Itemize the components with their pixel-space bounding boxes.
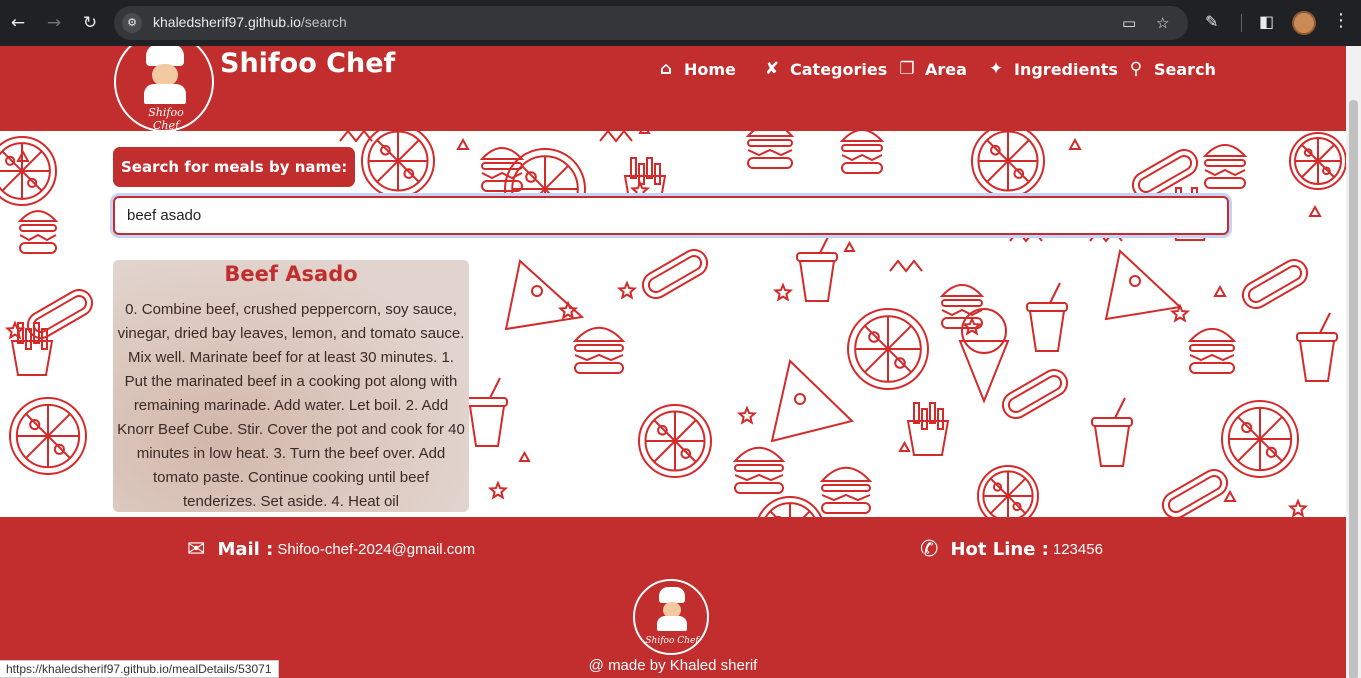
logo-text: Shifoo Chef (148, 106, 184, 132)
drumstick-icon: ✦ (988, 59, 1004, 79)
nav-search[interactable]: ⚲ Search (1127, 59, 1216, 79)
site-navbar: Shifoo Chef Shifoo Chef ⌂ Home ✘ Categor… (0, 46, 1346, 132)
chef-face-icon (152, 64, 178, 86)
reload-icon[interactable]: ↻ (78, 11, 102, 35)
bookmark-star-icon[interactable]: ☆ (1156, 14, 1169, 32)
chef-body-icon (657, 616, 687, 631)
chef-hat-icon (659, 587, 685, 603)
chef-hat-icon (146, 46, 184, 66)
page-scrollbar[interactable] (1346, 46, 1361, 678)
nav-home-label: Home (684, 59, 736, 79)
back-arrow-icon[interactable]: ← (6, 11, 30, 35)
nav-ingredients[interactable]: ✦ Ingredients (987, 59, 1118, 79)
extensions-icon[interactable]: ✎ (1205, 12, 1218, 31)
scrollbar-thumb[interactable] (1349, 100, 1358, 678)
home-icon: ⌂ (659, 59, 673, 79)
footer-logo: Shifoo Chef (633, 579, 709, 655)
envelope-icon: ✉ (187, 537, 206, 562)
search-input[interactable] (113, 196, 1229, 235)
site-logo[interactable]: Shifoo Chef (114, 46, 214, 132)
utensils-icon: ✘ (764, 59, 780, 79)
contact-hotline: ✆ Hot Line : 123456 (920, 537, 1103, 562)
meal-card[interactable]: Beef Asado 0. Combine beef, crushed pepp… (113, 260, 469, 512)
nav-categories-label: Categories (790, 59, 888, 79)
forward-arrow-icon[interactable]: → (42, 11, 66, 35)
map-icon: ❐ (899, 59, 915, 79)
mail-value: Shifoo-chef-2024@gmail.com (277, 541, 476, 558)
toolbar-divider (1241, 14, 1242, 32)
side-panel-icon[interactable]: ◧ (1259, 12, 1274, 31)
url-host: khaledsherif97.github.io (153, 14, 301, 30)
hotline-label: Hot Line : (950, 539, 1049, 560)
browser-toolbar: ← → ↻ ⚙ khaledsherif97.github.io/search … (0, 0, 1361, 46)
browser-menu-icon[interactable]: ⋮ (1332, 10, 1350, 31)
chef-body-icon (144, 84, 186, 104)
meal-description: 0. Combine beef, crushed peppercorn, soy… (117, 301, 465, 510)
hotline-value: 123456 (1052, 541, 1103, 558)
address-bar[interactable]: ⚙ khaledsherif97.github.io/search ▭ ☆ (114, 6, 1188, 40)
nav-area-label: Area (925, 59, 967, 79)
address-bar-url[interactable]: khaledsherif97.github.io/search (153, 14, 347, 30)
footer-logo-text: Shifoo Chef (645, 636, 699, 646)
search-section: Search for meals by name: Beef Asado 0. … (0, 131, 1346, 517)
search-label: Search for meals by name: (113, 147, 356, 187)
url-path: /search (300, 14, 347, 30)
phone-icon: ✆ (920, 537, 939, 562)
nav-search-label: Search (1154, 59, 1216, 79)
mail-label: Mail : (217, 539, 274, 560)
link-status-bar: https://khaledsherif97.github.io/mealDet… (0, 660, 279, 678)
meal-title: Beef Asado (224, 262, 358, 286)
search-icon: ⚲ (1129, 59, 1143, 79)
brand-name[interactable]: Shifoo Chef (220, 48, 395, 79)
page-content: Shifoo Chef Shifoo Chef ⌂ Home ✘ Categor… (0, 46, 1346, 678)
nav-categories[interactable]: ✘ Categories (763, 59, 887, 79)
nav-ingredients-label: Ingredients (1014, 59, 1118, 79)
site-footer: ✉ Mail : Shifoo-chef-2024@gmail.com ✆ Ho… (0, 517, 1346, 678)
contact-mail: ✉ Mail : Shifoo-chef-2024@gmail.com (187, 537, 475, 562)
nav-area[interactable]: ❐ Area (898, 59, 967, 79)
nav-home[interactable]: ⌂ Home (657, 59, 736, 79)
install-app-icon[interactable]: ▭ (1122, 14, 1136, 32)
site-info-icon[interactable]: ⚙ (122, 13, 142, 33)
profile-avatar[interactable] (1292, 11, 1316, 35)
